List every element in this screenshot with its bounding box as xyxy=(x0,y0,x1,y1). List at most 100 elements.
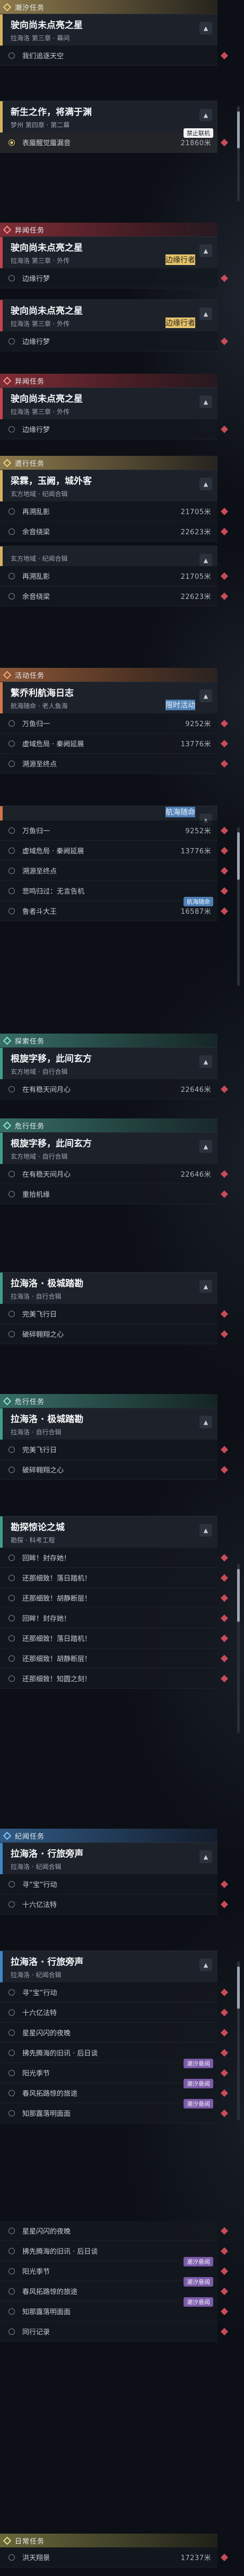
radio-indicator[interactable] xyxy=(8,867,15,874)
radio-indicator[interactable] xyxy=(8,847,15,854)
scrollbar-track[interactable] xyxy=(237,827,240,986)
radio-indicator[interactable] xyxy=(8,2328,15,2335)
chevron-up-icon[interactable]: ▲ xyxy=(199,22,212,34)
objective-row[interactable]: 边缘行梦 xyxy=(0,268,229,288)
chevron-up-icon[interactable]: ▲ xyxy=(199,1055,212,1068)
objective-row[interactable]: 溯源至终点 xyxy=(0,861,229,881)
objective-row[interactable]: 还那细致！落日踏机！ xyxy=(0,1628,229,1648)
category-header[interactable]: 危行任务 xyxy=(0,1118,217,1132)
quest-header[interactable]: 玄方地域 · 纪闻合辑 ▲ xyxy=(0,546,217,567)
objective-row[interactable]: 知那露落明面面 潮汐悬闻 xyxy=(0,2099,229,2123)
scrollbar-thumb[interactable] xyxy=(237,1569,240,1622)
objective-row[interactable]: 完美飞行日 xyxy=(0,1304,229,1324)
objective-row[interactable]: 边缘行梦 xyxy=(0,419,229,439)
chevron-up-icon[interactable]: ▲ xyxy=(199,1416,212,1428)
objective-row[interactable]: 再溯乱影 21705米 xyxy=(0,501,229,522)
radio-indicator[interactable] xyxy=(8,1615,15,1621)
chevron-up-icon[interactable]: ▲ xyxy=(199,244,212,257)
radio-indicator[interactable] xyxy=(8,827,15,834)
radio-indicator[interactable] xyxy=(8,275,15,281)
radio-indicator[interactable] xyxy=(8,887,15,894)
objective-row[interactable]: 寻“宝”行动 xyxy=(0,1874,229,1894)
radio-indicator[interactable] xyxy=(8,139,15,146)
objective-row[interactable]: 重拾机缘 xyxy=(0,1184,229,1204)
quest-header[interactable]: 梁霖，玉阙，城外客 玄方地域 · 纪闻合辑 ▲ xyxy=(0,470,217,501)
objective-row[interactable]: 余音绕梁 22623米 xyxy=(0,586,229,606)
radio-indicator[interactable] xyxy=(8,1881,15,1887)
quest-header[interactable]: 驶向尚未点亮之星 拉海洛 第三章 · 外传 边缘行者 ▲ xyxy=(0,236,217,268)
radio-indicator[interactable] xyxy=(8,528,15,535)
chevron-up-icon[interactable]: ▲ xyxy=(199,1280,212,1293)
objective-row[interactable]: 破碎翱翔之心 xyxy=(0,1324,229,1344)
radio-indicator[interactable] xyxy=(8,2089,15,2096)
radio-indicator[interactable] xyxy=(8,760,15,767)
radio-indicator[interactable] xyxy=(8,426,15,433)
chevron-up-icon[interactable]: ▲ xyxy=(199,1140,212,1153)
category-header[interactable]: 活动任务 xyxy=(0,668,217,682)
objective-row[interactable]: 完美飞行日 xyxy=(0,1440,229,1460)
radio-indicator[interactable] xyxy=(8,2268,15,2274)
radio-indicator[interactable] xyxy=(8,2049,15,2056)
radio-indicator[interactable] xyxy=(8,2288,15,2295)
chevron-up-icon[interactable]: ▲ xyxy=(199,554,212,567)
scrollbar-thumb[interactable] xyxy=(237,1966,240,2009)
radio-indicator[interactable] xyxy=(8,2554,15,2561)
radio-indicator[interactable] xyxy=(8,1310,15,1317)
scrollbar-track[interactable] xyxy=(237,106,240,201)
radio-indicator[interactable] xyxy=(8,907,15,914)
chevron-up-icon[interactable]: ▲ xyxy=(199,1850,212,1863)
quest-header[interactable]: 繁乔利航海日志 航海随命 · 老人鱼海 限时活动 ▲ xyxy=(0,682,217,713)
objective-row[interactable]: 还那细致！落日踏机！ xyxy=(0,1568,229,1588)
objective-row[interactable]: 星星闪闪的夜晚 xyxy=(0,2221,229,2241)
objective-row[interactable]: 同行记录 xyxy=(0,2322,229,2342)
objective-row[interactable]: 十六亿法特 xyxy=(0,1894,229,1915)
radio-indicator[interactable] xyxy=(8,593,15,599)
category-header[interactable]: 纪闻任务 xyxy=(0,1829,217,1842)
chevron-up-icon[interactable]: ▲ xyxy=(199,690,212,702)
chevron-up-icon[interactable]: ▲ xyxy=(199,478,212,490)
radio-indicator[interactable] xyxy=(8,2308,15,2315)
chevron-up-icon[interactable]: ▲ xyxy=(199,395,212,408)
quest-header[interactable]: 拉海洛 · 行旅旁声 拉海洛 · 纪闻合辑 ▲ xyxy=(0,1951,217,1982)
radio-indicator[interactable] xyxy=(8,1655,15,1662)
radio-indicator[interactable] xyxy=(8,2029,15,2036)
objective-row[interactable]: 虚域危局 · 秦阙延展 13776米 xyxy=(0,734,229,754)
radio-indicator[interactable] xyxy=(8,1190,15,1197)
objective-row[interactable]: 我们追逐天空 xyxy=(0,46,229,66)
quest-header[interactable]: 驶向尚未点亮之星 拉海洛 第三章 · 外传 边缘行者 ▲ xyxy=(0,299,217,331)
objective-row[interactable]: 还那细致！知圆之刻！ xyxy=(0,1669,229,1689)
objective-row[interactable]: 万鱼归一 9252米 xyxy=(0,821,229,841)
radio-indicator[interactable] xyxy=(8,740,15,747)
quest-header[interactable]: 航海随命 ▲ xyxy=(0,806,217,826)
quest-header[interactable]: 勘探惊论之城 勘探 · 科考工程 ▲ xyxy=(0,1516,217,1548)
radio-indicator[interactable] xyxy=(8,1594,15,1601)
radio-indicator[interactable] xyxy=(8,2227,15,2234)
quest-header[interactable]: 新生之作，将满于渊 梦州 第四章 · 第二幕 ▲ xyxy=(0,101,217,133)
category-header[interactable]: 潮汐任务 xyxy=(0,0,217,14)
radio-indicator[interactable] xyxy=(8,2069,15,2076)
quest-header[interactable]: 拉海洛 · 极城踏勘 拉海洛 · 自行合辑 ▲ xyxy=(0,1272,217,1304)
objective-row[interactable]: 回眸！封存她！ xyxy=(0,1548,229,1568)
radio-indicator[interactable] xyxy=(8,1989,15,1996)
radio-indicator[interactable] xyxy=(8,1086,15,1092)
radio-indicator[interactable] xyxy=(8,1554,15,1561)
objective-row[interactable]: 星星闪闪的夜晚 xyxy=(0,2023,229,2043)
objective-row[interactable]: 破碎翱翔之心 xyxy=(0,1460,229,1480)
radio-indicator[interactable] xyxy=(8,572,15,579)
category-header[interactable]: 异闻任务 xyxy=(0,223,217,236)
radio-indicator[interactable] xyxy=(8,1675,15,1682)
category-header[interactable]: 异闻任务 xyxy=(0,374,217,387)
chevron-up-icon[interactable]: ▲ xyxy=(199,1959,212,1971)
objective-row[interactable]: 溯源至终点 xyxy=(0,754,229,774)
objective-row[interactable]: 余音绕梁 22623米 xyxy=(0,522,229,542)
radio-indicator[interactable] xyxy=(8,508,15,515)
radio-indicator[interactable] xyxy=(8,2009,15,2016)
objective-row[interactable]: 洪天翔景 17237米 xyxy=(0,2547,229,2568)
category-header[interactable]: 日常任务 xyxy=(0,2534,217,2547)
radio-indicator[interactable] xyxy=(8,1901,15,1908)
scrollbar-track[interactable] xyxy=(237,1961,240,2120)
objective-row[interactable]: 虚域危局 · 秦阙延展 13776米 xyxy=(0,841,229,861)
quest-header[interactable]: 驶向尚未点亮之星 拉海洛 第三章 · 外传 ▲ xyxy=(0,387,217,419)
chevron-up-icon[interactable]: ▲ xyxy=(199,1524,212,1537)
objective-row[interactable]: 表蜃醒觉蜃漏音 21860米 禁止联机 xyxy=(0,128,229,153)
